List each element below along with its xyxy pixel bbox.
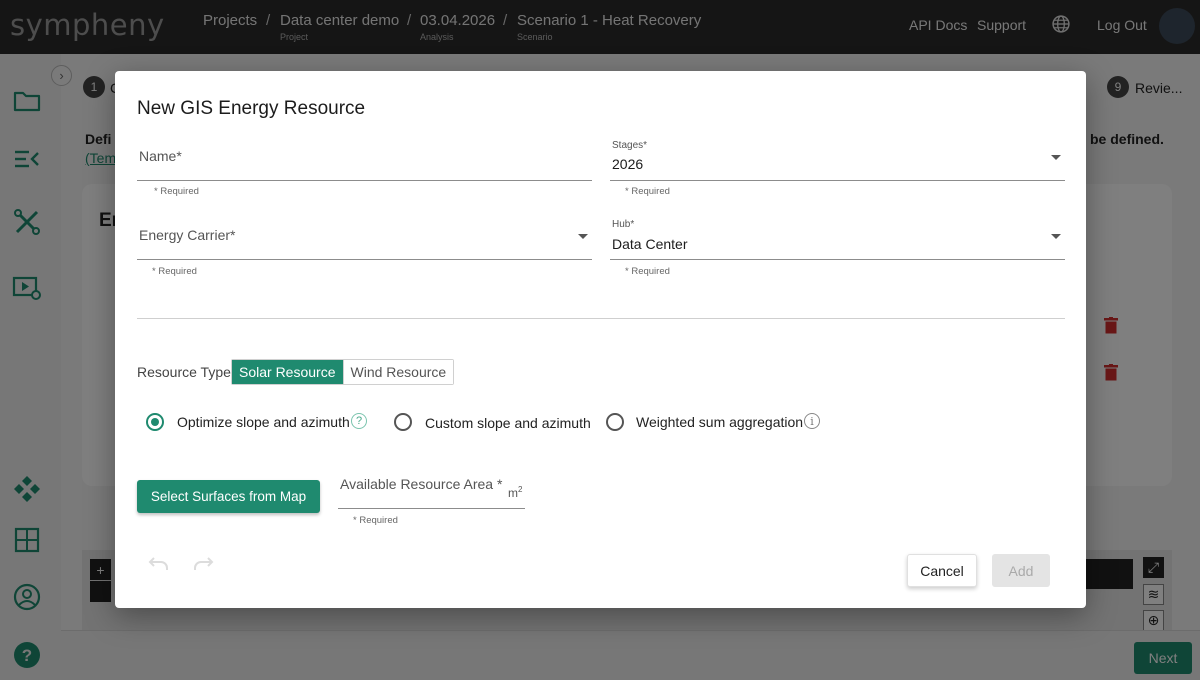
- energy-carrier-label: Energy Carrier*: [139, 227, 236, 243]
- stages-value: 2026: [612, 156, 644, 172]
- name-label: Name*: [139, 148, 182, 164]
- weighted-sum-label[interactable]: Weighted sum aggregation: [636, 414, 803, 430]
- available-area-helper: * Required: [353, 515, 398, 526]
- custom-slope-radio[interactable]: [394, 413, 412, 431]
- energy-carrier-select[interactable]: Energy Carrier*: [137, 214, 592, 260]
- solar-resource-toggle[interactable]: Solar Resource: [232, 360, 343, 384]
- energy-carrier-helper: * Required: [152, 266, 197, 277]
- hub-value: Data Center: [612, 236, 688, 252]
- chevron-down-icon: [578, 234, 588, 239]
- hub-helper: * Required: [625, 266, 670, 277]
- optimize-slope-label[interactable]: Optimize slope and azimuth: [177, 414, 350, 430]
- available-area-input[interactable]: Available Resource Area *: [338, 469, 525, 509]
- chevron-down-icon: [1051, 155, 1061, 160]
- hub-select[interactable]: Hub* Data Center: [610, 214, 1065, 260]
- redo-icon[interactable]: [192, 555, 214, 571]
- name-field[interactable]: Name*: [137, 135, 592, 181]
- info-icon[interactable]: i: [804, 413, 820, 429]
- dialog-title: New GIS Energy Resource: [137, 98, 366, 119]
- stages-select[interactable]: Stages* 2026: [610, 135, 1065, 181]
- chevron-down-icon: [1051, 234, 1061, 239]
- area-unit: m2: [508, 485, 523, 500]
- custom-slope-label[interactable]: Custom slope and azimuth: [425, 415, 591, 431]
- resource-type-toggle: Solar Resource Wind Resource: [231, 359, 455, 385]
- name-helper: * Required: [154, 186, 199, 197]
- available-area-label: Available Resource Area *: [340, 476, 503, 492]
- cancel-button[interactable]: Cancel: [907, 554, 977, 587]
- undo-icon[interactable]: [148, 555, 170, 571]
- hub-label: Hub*: [612, 219, 635, 230]
- wind-resource-toggle[interactable]: Wind Resource: [342, 360, 454, 384]
- select-surfaces-button[interactable]: Select Surfaces from Map: [137, 480, 320, 513]
- help-icon[interactable]: ?: [351, 413, 367, 429]
- new-gis-energy-resource-dialog: New GIS Energy Resource Name* * Required…: [115, 71, 1086, 608]
- section-divider: [137, 318, 1065, 319]
- weighted-sum-radio[interactable]: [606, 413, 624, 431]
- add-button[interactable]: Add: [992, 554, 1050, 587]
- stages-label: Stages*: [612, 140, 648, 151]
- optimize-slope-radio[interactable]: [146, 413, 164, 431]
- resource-type-label: Resource Type: [137, 364, 231, 380]
- stages-helper: * Required: [625, 186, 670, 197]
